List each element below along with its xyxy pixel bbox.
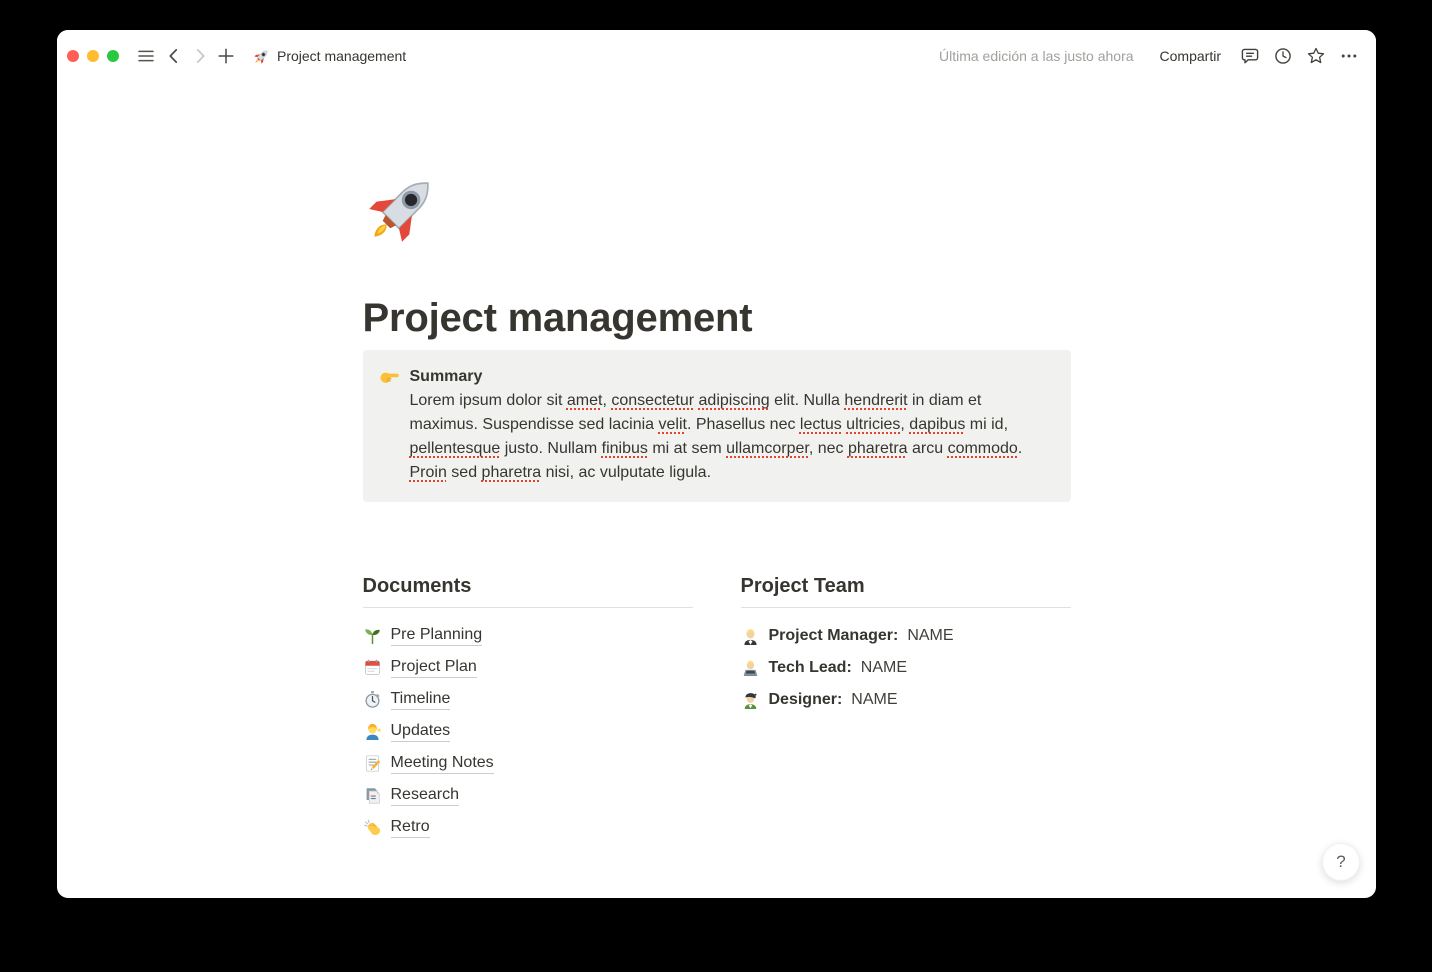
office-worker-icon	[741, 627, 760, 646]
document-link-label: Pre Planning	[391, 624, 483, 646]
history-button[interactable]	[1270, 43, 1296, 69]
sidebar-toggle-button[interactable]	[133, 43, 159, 69]
document-link-meeting-notes[interactable]: Meeting Notes	[363, 747, 693, 779]
documents-heading: Documents	[363, 574, 693, 608]
misspelled-word: pharetra	[848, 440, 908, 457]
misspelled-word: finibus	[602, 440, 648, 457]
favorite-button[interactable]	[1303, 43, 1329, 69]
calendar-icon	[363, 658, 382, 677]
misspelled-word: velit	[659, 416, 687, 433]
stopwatch-icon	[363, 690, 382, 709]
hamburger-menu-icon	[136, 46, 156, 66]
team-list: Project Manager:NAMETech Lead:NAMEDesign…	[741, 620, 1071, 716]
team-member-name: NAME	[851, 691, 897, 709]
documents-list: Pre Planning Project Plan Timeline Updates M…	[363, 619, 693, 843]
window-controls	[67, 50, 119, 62]
callout-body: Lorem ipsum dolor sit amet, consectetur …	[410, 389, 1035, 485]
document-link-label: Project Plan	[391, 656, 477, 678]
star-icon	[1306, 46, 1326, 66]
misspelled-word: lectus	[800, 416, 842, 433]
document-link-research[interactable]: Research	[363, 779, 693, 811]
misspelled-word: ultricies	[846, 416, 900, 433]
new-tab-button[interactable]	[213, 43, 239, 69]
team-member-designer: Designer: NAME	[741, 684, 1071, 716]
memo-icon	[363, 754, 382, 773]
document-link-project-plan[interactable]: Project Plan	[363, 651, 693, 683]
help-button[interactable]: ?	[1322, 843, 1360, 881]
misspelled-word: hendrerit	[844, 392, 907, 409]
close-window-button[interactable]	[67, 50, 79, 62]
title-bar: Project management Última edición a las …	[57, 30, 1376, 82]
misspelled-word: commodo	[948, 440, 1018, 457]
back-button[interactable]	[161, 43, 187, 69]
document-link-timeline[interactable]: Timeline	[363, 683, 693, 715]
document-link-label: Retro	[391, 816, 430, 838]
document-link-retro[interactable]: Retro	[363, 811, 693, 843]
team-member-name: NAME	[861, 659, 907, 677]
chevron-right-icon	[190, 46, 210, 66]
misspelled-word: dapibus	[909, 416, 965, 433]
rocket-icon	[253, 48, 270, 65]
technologist-icon	[741, 659, 760, 678]
misspelled-word: Proin	[410, 464, 447, 481]
pointing-right-icon	[379, 366, 400, 387]
misspelled-word: adipiscing	[699, 392, 770, 409]
callout-title: Summary	[410, 365, 1035, 389]
seedling-icon	[363, 626, 382, 645]
project-team-heading: Project Team	[741, 574, 1071, 608]
page-rocket-icon[interactable]	[363, 170, 441, 248]
notion-window: Project management Última edición a las …	[57, 30, 1376, 898]
document-link-label: Research	[391, 784, 459, 806]
team-member-role: Designer:	[769, 691, 843, 709]
misspelled-word: amet	[567, 392, 603, 409]
misspelled-word: ullamcorper	[726, 440, 809, 457]
document-link-updates[interactable]: Updates	[363, 715, 693, 747]
page-title: Project management	[363, 294, 1071, 342]
page-content: Project management Summary Lorem ipsum d…	[57, 82, 1376, 898]
chevron-left-icon	[164, 46, 184, 66]
team-member-project-manager: Project Manager: NAME	[741, 620, 1071, 652]
clapping-hands-icon	[363, 818, 382, 837]
document-link-pre-planning[interactable]: Pre Planning	[363, 619, 693, 651]
documents-section: Documents Pre Planning Project Plan Timeli…	[363, 574, 693, 843]
ellipsis-icon	[1339, 46, 1359, 66]
artist-icon	[741, 691, 760, 710]
team-member-role: Project Manager:	[769, 627, 899, 645]
team-member-name: NAME	[907, 627, 953, 645]
document-link-label: Timeline	[391, 688, 451, 710]
breadcrumb[interactable]: Project management	[253, 48, 406, 65]
misspelled-word: pellentesque	[410, 440, 501, 457]
misspelled-word: consectetur	[611, 392, 694, 409]
woman-tipping-hand-icon	[363, 722, 382, 741]
plus-icon	[216, 46, 236, 66]
clock-icon	[1273, 46, 1293, 66]
team-member-role: Tech Lead:	[769, 659, 852, 677]
team-member-tech-lead: Tech Lead: NAME	[741, 652, 1071, 684]
minimize-window-button[interactable]	[87, 50, 99, 62]
forward-button[interactable]	[187, 43, 213, 69]
summary-callout: Summary Lorem ipsum dolor sit amet, cons…	[363, 350, 1071, 502]
misspelled-word: pharetra	[482, 464, 542, 481]
comments-button[interactable]	[1237, 43, 1263, 69]
document-link-label: Meeting Notes	[391, 752, 494, 774]
bookmark-tabs-icon	[363, 786, 382, 805]
document-link-label: Updates	[391, 720, 451, 742]
last-edited-label: Última edición a las justo ahora	[939, 48, 1134, 64]
zoom-window-button[interactable]	[107, 50, 119, 62]
comment-icon	[1240, 46, 1260, 66]
breadcrumb-title: Project management	[277, 48, 406, 64]
project-team-section: Project Team Project Manager:NAMETech Le…	[741, 574, 1071, 843]
share-button[interactable]: Compartir	[1154, 44, 1227, 68]
more-options-button[interactable]	[1336, 43, 1362, 69]
